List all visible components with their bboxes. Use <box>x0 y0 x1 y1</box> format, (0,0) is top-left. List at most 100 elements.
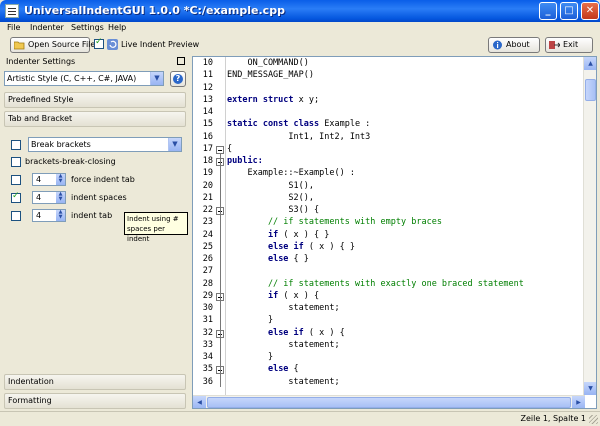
code-line[interactable]: 23 // if statements with empty braces <box>193 217 585 230</box>
horizontal-scroll-thumb[interactable] <box>207 397 571 408</box>
vertical-scroll-thumb[interactable] <box>585 79 596 101</box>
bracket-style-select[interactable]: Break brackets ▼ <box>28 137 182 152</box>
code-text: S3() { <box>227 205 320 215</box>
indent-spaces-spinbox[interactable]: 4 ▲ ▼ <box>32 191 66 204</box>
section-formatting[interactable]: Formatting <box>4 393 186 409</box>
panel-title: Indenter Settings <box>6 57 76 66</box>
code-line[interactable]: 22 S3() { <box>193 205 585 218</box>
code-text: } <box>227 352 274 362</box>
section-indentation[interactable]: Indentation <box>4 374 186 390</box>
refresh-icon <box>107 39 118 50</box>
close-button[interactable]: ✕ <box>581 2 599 20</box>
code-line[interactable]: 27 <box>193 266 585 279</box>
code-line[interactable]: 18 public: <box>193 156 585 169</box>
fold-toggle-icon[interactable] <box>216 145 224 154</box>
bracket-style-value: Break brackets <box>31 140 91 149</box>
scroll-left-icon[interactable]: ◀ <box>193 396 206 408</box>
code-line[interactable]: 19 Example::~Example() : <box>193 168 585 181</box>
code-line[interactable]: 29 if ( x ) { <box>193 291 585 304</box>
code-line[interactable]: 16 Int1, Int2, Int3 <box>193 132 585 145</box>
line-number: 26 <box>202 254 213 264</box>
float-panel-icon[interactable] <box>177 57 185 65</box>
code-line[interactable]: 24 if ( x ) { } <box>193 230 585 243</box>
about-button[interactable]: About <box>488 37 540 53</box>
code-line[interactable]: 31 } <box>193 315 585 328</box>
force-indent-tab-spinbox[interactable]: 4 ▲ ▼ <box>32 173 66 186</box>
code-text: // if statements with exactly one braced… <box>227 278 524 289</box>
code-text: S1(), <box>227 180 314 191</box>
code-text: Example::~Example() : <box>227 168 355 179</box>
open-source-file-label: Open Source File <box>28 40 96 49</box>
live-preview-label[interactable]: Live Indent Preview <box>121 40 199 49</box>
line-number: 13 <box>202 94 213 105</box>
spin-arrows-icon: ▲ ▼ <box>56 192 65 203</box>
line-number: 22 <box>202 205 213 215</box>
line-number: 31 <box>202 315 213 326</box>
help-icon: ? <box>173 74 183 84</box>
indenter-help-button[interactable]: ? <box>170 71 186 87</box>
code-line[interactable]: 13 extern struct x y; <box>193 95 585 108</box>
indent-tab-spinbox[interactable]: 4 ▲ ▼ <box>32 209 66 222</box>
indenter-select[interactable]: Artistic Style (C, C++, C#, JAVA) ▼ <box>4 71 164 86</box>
code-line[interactable]: 33 statement; <box>193 340 585 353</box>
menu-help[interactable]: Help <box>108 23 126 32</box>
indent-tab-checkbox[interactable] <box>11 211 21 221</box>
line-number: 11 <box>202 70 213 81</box>
code-line[interactable]: 12 <box>193 83 585 96</box>
code-line[interactable]: 28 // if statements with exactly one bra… <box>193 279 585 292</box>
section-predefined-style[interactable]: Predefined Style <box>4 92 186 108</box>
brackets-break-closing-checkbox[interactable] <box>11 157 21 167</box>
code-editor[interactable]: 10 ON_COMMAND() 11 END_MESSAGE_MAP() 12 13 ex… <box>192 56 597 409</box>
menu-file[interactable]: File <box>7 23 20 32</box>
indent-spaces-checkbox[interactable] <box>11 191 21 203</box>
code-line[interactable]: 25 else if ( x ) { } <box>193 242 585 255</box>
code-line[interactable]: 34 } <box>193 352 585 365</box>
scroll-up-icon[interactable]: ▲ <box>584 57 596 70</box>
horizontal-scrollbar[interactable]: ◀ ▶ <box>193 395 585 408</box>
code-text: Int1, Int2, Int3 <box>227 131 371 142</box>
vertical-scrollbar[interactable]: ▲ ▼ <box>583 57 596 395</box>
code-line[interactable]: 15 static const class Example : <box>193 119 585 132</box>
code-text: else if ( x ) { } <box>267 241 355 252</box>
code-line[interactable]: 11 END_MESSAGE_MAP() <box>193 70 585 83</box>
open-source-file-button[interactable]: Open Source File <box>10 37 95 53</box>
line-number: 29 <box>202 290 213 301</box>
code-text: S2(), <box>227 192 314 203</box>
about-label: About <box>506 40 530 49</box>
line-number: 24 <box>202 229 213 240</box>
section-tab-and-bracket[interactable]: Tab and Bracket <box>4 111 186 127</box>
code-line[interactable]: 21 S2(), <box>193 193 585 206</box>
line-number: 14 <box>202 107 213 117</box>
code-line[interactable]: 35 else { <box>193 364 585 377</box>
code-line[interactable]: 36 statement; <box>193 377 585 390</box>
code-text: // if statements with empty braces <box>227 217 442 228</box>
code-line[interactable]: 17 { <box>193 144 585 157</box>
code-line[interactable]: 30 statement; <box>193 303 585 316</box>
scroll-down-icon[interactable]: ▼ <box>584 382 596 395</box>
line-number: 16 <box>202 131 213 142</box>
code-text: else { <box>267 364 299 375</box>
exit-button[interactable]: Exit <box>545 37 593 53</box>
line-number: 21 <box>202 192 213 203</box>
code-line[interactable]: 10 ON_COMMAND() <box>193 58 585 71</box>
resize-grip-icon[interactable] <box>589 415 598 424</box>
exit-icon <box>549 40 561 50</box>
maximize-button[interactable]: □ <box>560 2 578 20</box>
code-line[interactable]: 20 S1(), <box>193 181 585 194</box>
minimize-button[interactable]: _ <box>539 2 557 20</box>
code-line[interactable]: 26 else { } <box>193 254 585 267</box>
live-preview-checkbox[interactable] <box>94 37 104 49</box>
fold-guide <box>220 153 221 387</box>
code-line[interactable]: 32 else if ( x ) { <box>193 328 585 341</box>
line-number: 36 <box>202 376 213 387</box>
title-bar[interactable]: UniversalIndentGUI 1.0.0 *C:/example.cpp… <box>0 0 600 22</box>
panel-header: Indenter Settings <box>4 56 188 67</box>
window-title: UniversalIndentGUI 1.0.0 *C:/example.cpp <box>24 4 285 17</box>
menu-settings[interactable]: Settings <box>71 23 104 32</box>
code-line[interactable]: 14 <box>193 107 585 120</box>
break-brackets-checkbox[interactable] <box>11 140 21 150</box>
chevron-down-icon: ▼ <box>168 138 181 151</box>
scroll-right-icon[interactable]: ▶ <box>572 396 585 408</box>
force-indent-tab-checkbox[interactable] <box>11 175 21 185</box>
menu-indenter[interactable]: Indenter <box>30 23 64 32</box>
